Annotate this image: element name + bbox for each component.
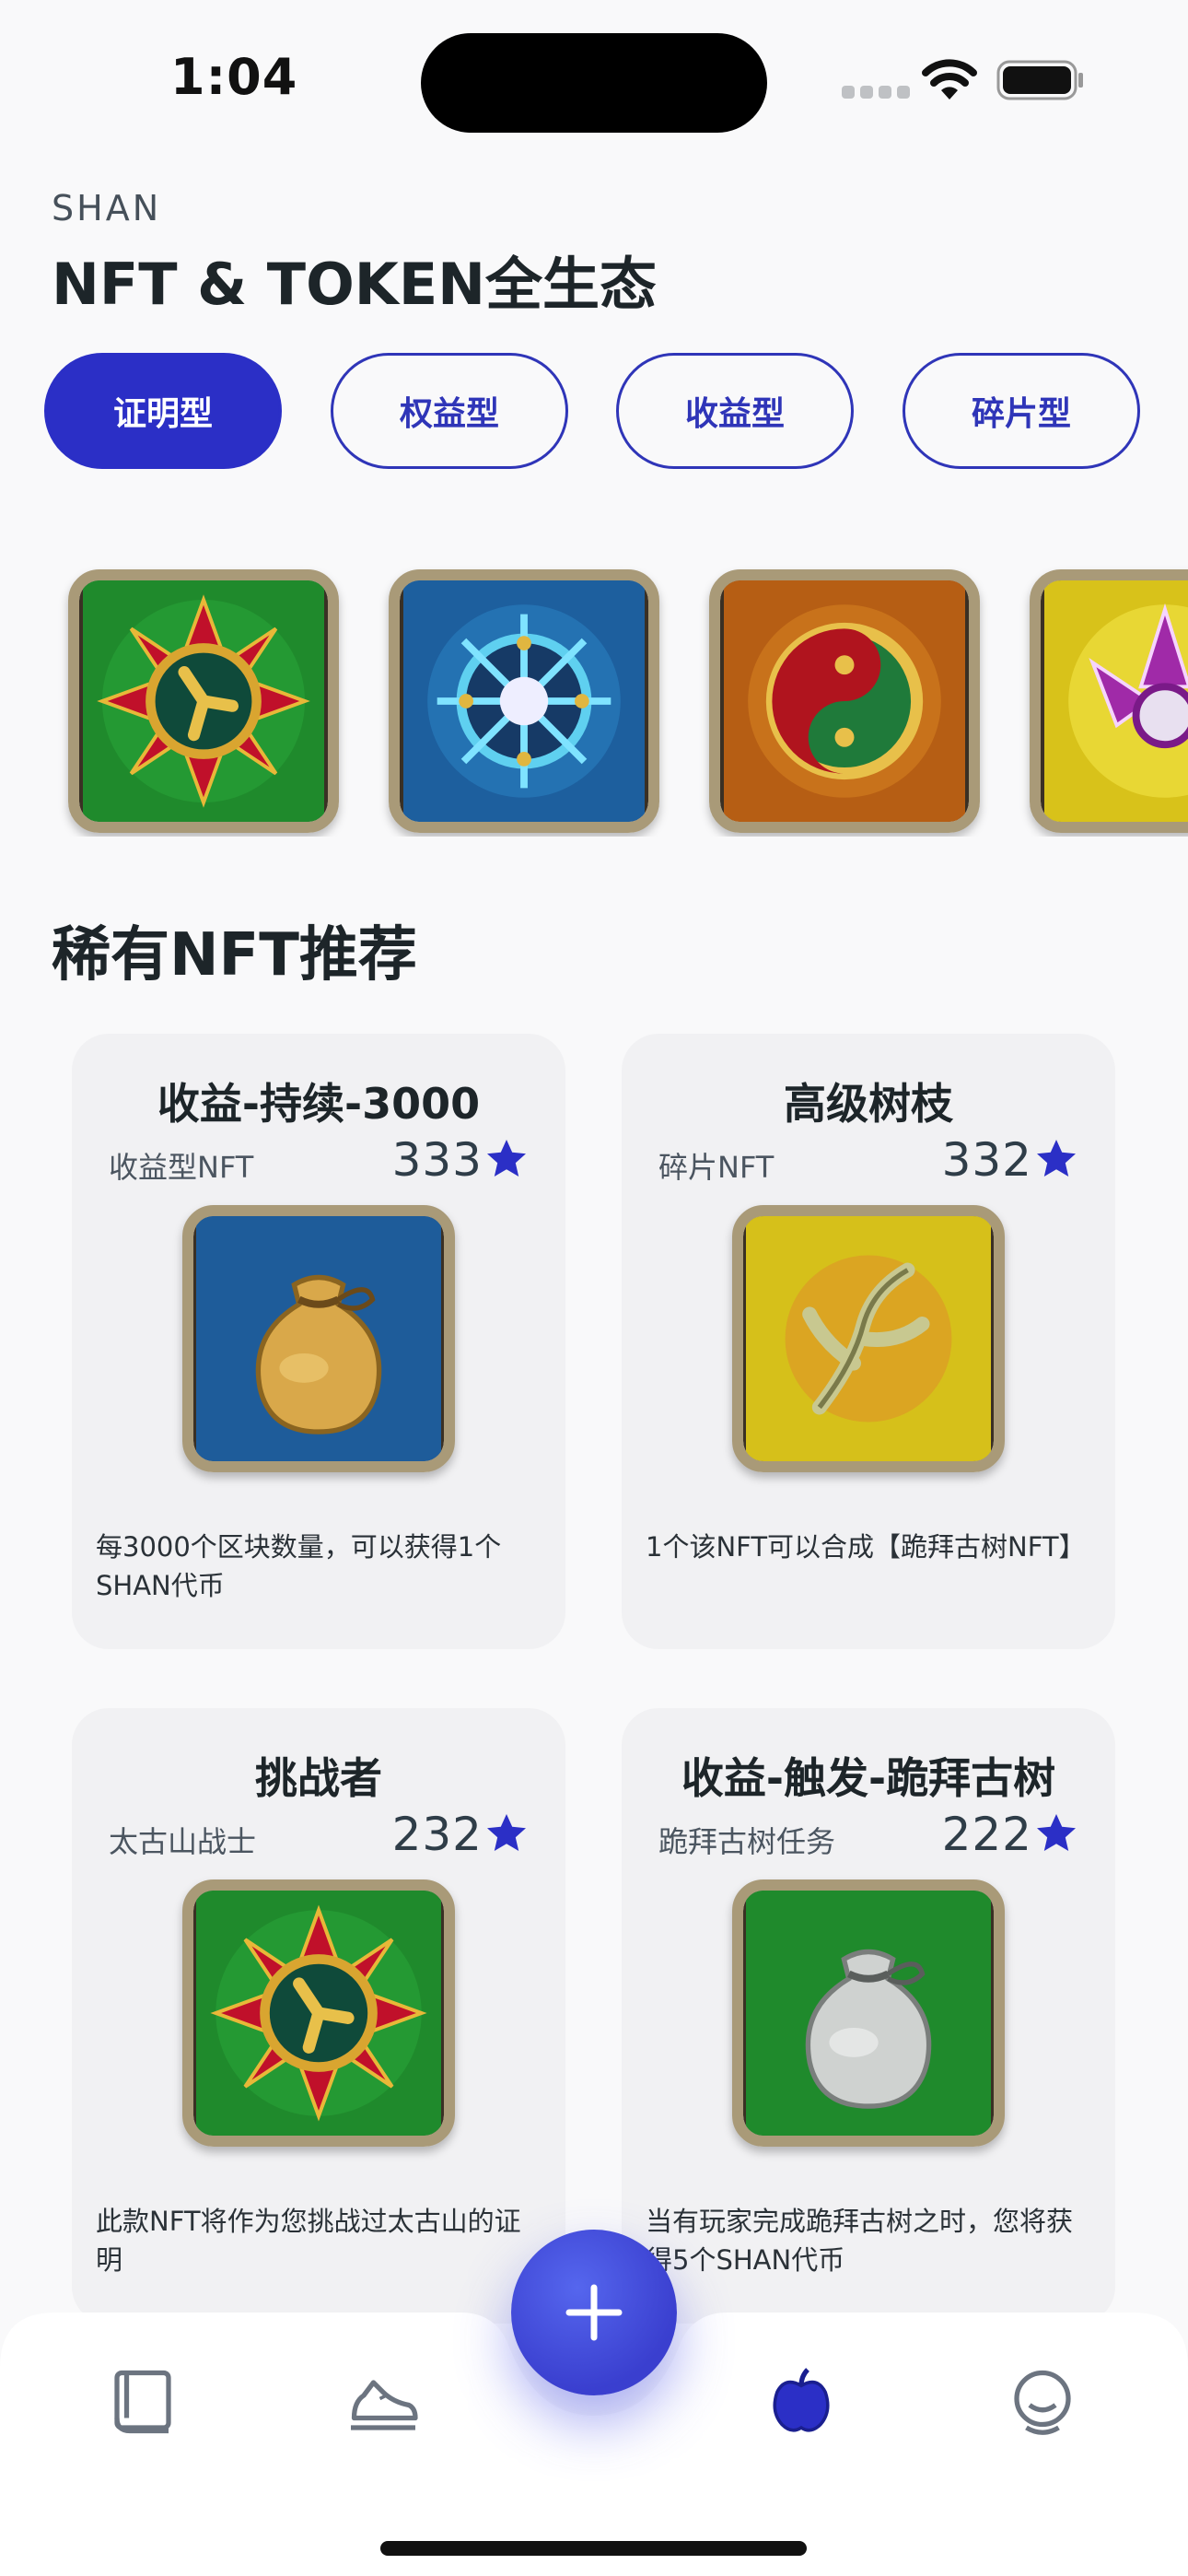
home-indicator — [380, 2541, 807, 2556]
nft-card[interactable]: 收益-持续-3000 收益型NFT 333 每3000个区块数量，可以获得1个S… — [72, 1034, 565, 1649]
wifi-icon — [922, 59, 977, 100]
card-description: 每3000个区块数量，可以获得1个SHAN代币 — [96, 1531, 502, 1601]
card-count: 222 — [941, 1808, 1032, 1861]
profile-icon[interactable] — [1004, 2363, 1081, 2441]
section-title: 稀有NFT推荐 — [52, 921, 417, 989]
star-icon — [1037, 1814, 1076, 1851]
book-icon[interactable] — [104, 2363, 181, 2441]
card-title: 收益-持续-3000 — [157, 1079, 481, 1129]
card-count: 333 — [391, 1133, 483, 1187]
card-title: 高级树枝 — [784, 1079, 953, 1129]
branch-icon — [732, 1205, 1005, 1472]
gold-pouch-icon — [182, 1205, 455, 1472]
card-description: 此款NFT将作为您挑战过太古山的证明 — [96, 2206, 521, 2276]
card-description: 当有玩家完成跪拜古树之时，您将获得5个SHAN代币 — [646, 2206, 1074, 2276]
nft-card[interactable]: 高级树枝 碎片NFT 332 1个该NFT可以合成【跪拜古树NFT】 — [622, 1034, 1115, 1649]
filter-pill-rights[interactable]: 权益型 — [331, 353, 568, 469]
filter-pill-fragment[interactable]: 碎片型 — [903, 353, 1140, 469]
plus-icon — [565, 2284, 623, 2341]
star-icon — [487, 1140, 526, 1177]
battery-icon — [996, 60, 1083, 100]
card-title: 收益-触发-跪拜古树 — [681, 1753, 1056, 1803]
yinyang-badge-icon[interactable] — [709, 569, 980, 833]
card-type: 太古山战士 — [109, 1824, 257, 1859]
flower-badge-icon[interactable] — [68, 569, 339, 833]
apple-icon[interactable] — [763, 2363, 840, 2441]
status-time: 1:04 — [170, 48, 298, 106]
cellular-signal-icon — [842, 86, 910, 99]
app-subtitle: SHAN — [52, 188, 162, 228]
lotus-badge-icon[interactable] — [1030, 569, 1188, 833]
silver-pouch-icon — [732, 1879, 1005, 2147]
card-type: 碎片NFT — [658, 1150, 775, 1185]
dynamic-island — [421, 33, 767, 133]
card-type: 收益型NFT — [109, 1150, 254, 1185]
star-icon — [487, 1814, 526, 1851]
flower-badge-icon — [182, 1879, 455, 2147]
badge-carousel[interactable] — [0, 560, 1188, 837]
nft-card[interactable]: 挑战者 太古山战士 232 此款NFT将作为您挑战过太古山的证明 — [72, 1708, 565, 2324]
filter-pill-income[interactable]: 收益型 — [616, 353, 854, 469]
page-title: NFT & TOKEN全生态 — [52, 251, 658, 318]
card-description: 1个该NFT可以合成【跪拜古树NFT】 — [646, 1531, 1086, 1563]
wheel-badge-icon[interactable] — [389, 569, 659, 833]
card-count: 232 — [391, 1808, 483, 1861]
filter-pill-proof[interactable]: 证明型 — [44, 353, 282, 469]
sneaker-icon[interactable] — [344, 2363, 422, 2441]
add-button[interactable] — [511, 2230, 677, 2395]
nft-card[interactable]: 收益-触发-跪拜古树 跪拜古树任务 222 当有玩家完成跪拜古树之时，您将获得5… — [622, 1708, 1115, 2324]
card-title: 挑战者 — [255, 1753, 382, 1803]
card-count: 332 — [941, 1133, 1032, 1187]
star-icon — [1037, 1140, 1076, 1177]
card-type: 跪拜古树任务 — [658, 1824, 836, 1859]
